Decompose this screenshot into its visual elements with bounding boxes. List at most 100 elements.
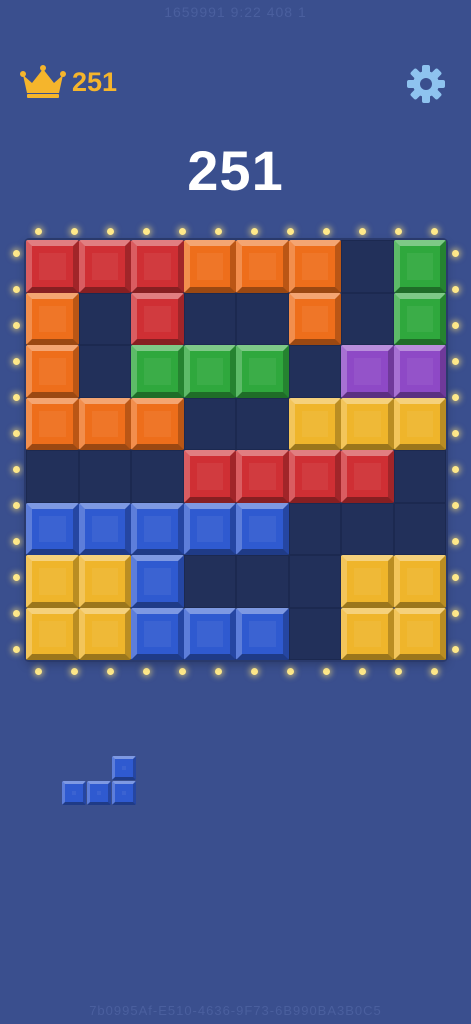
light-dot	[286, 227, 294, 235]
game-board[interactable]	[26, 240, 446, 660]
board-cell[interactable]	[131, 292, 184, 345]
red-block	[341, 450, 394, 503]
board-cell[interactable]	[131, 607, 184, 660]
board-cell[interactable]	[236, 555, 289, 608]
board-cell[interactable]	[26, 502, 79, 555]
board-cell[interactable]	[288, 450, 341, 503]
board-cell[interactable]	[288, 345, 341, 398]
light-dot	[34, 227, 42, 235]
board-cell[interactable]	[131, 555, 184, 608]
light-dot	[451, 609, 459, 617]
light-dot	[106, 227, 114, 235]
board-cell[interactable]	[341, 345, 394, 398]
board-cell[interactable]	[288, 240, 341, 293]
light-dot	[142, 227, 150, 235]
board-cell[interactable]	[288, 397, 341, 450]
board-cell[interactable]	[183, 450, 236, 503]
orange-block	[26, 397, 79, 450]
board-cell[interactable]	[288, 607, 341, 660]
board-cell[interactable]	[393, 450, 446, 503]
light-dot	[106, 667, 114, 675]
board-cell[interactable]	[288, 555, 341, 608]
blue-block	[236, 502, 289, 555]
light-dot	[214, 227, 222, 235]
board-cell[interactable]	[78, 555, 131, 608]
light-dot	[451, 429, 459, 437]
board-cell[interactable]	[183, 397, 236, 450]
board-cell[interactable]	[131, 397, 184, 450]
blue-block	[183, 502, 236, 555]
board-cell[interactable]	[131, 450, 184, 503]
board-cell[interactable]	[26, 450, 79, 503]
board-cell[interactable]	[183, 555, 236, 608]
board-cell[interactable]	[341, 292, 394, 345]
orange-block	[131, 397, 184, 450]
settings-button[interactable]	[406, 64, 446, 104]
light-dot	[70, 227, 78, 235]
board-cell[interactable]	[131, 240, 184, 293]
red-block	[236, 450, 289, 503]
blue-block	[131, 555, 184, 608]
board-cell[interactable]	[393, 240, 446, 293]
board-cell[interactable]	[78, 502, 131, 555]
light-dot	[142, 667, 150, 675]
green-block	[393, 292, 446, 345]
board-cell[interactable]	[78, 397, 131, 450]
board-cell[interactable]	[26, 345, 79, 398]
board-cell[interactable]	[236, 240, 289, 293]
crown-icon	[20, 65, 66, 98]
board-cell[interactable]	[236, 292, 289, 345]
light-dot	[34, 667, 42, 675]
board-cell[interactable]	[236, 502, 289, 555]
green-block	[183, 345, 236, 398]
orange-block	[26, 345, 79, 398]
board-cell[interactable]	[78, 292, 131, 345]
board-cell[interactable]	[341, 502, 394, 555]
board-cell[interactable]	[393, 345, 446, 398]
board-cell[interactable]	[26, 292, 79, 345]
gear-icon	[407, 65, 445, 103]
light-dot	[12, 537, 20, 545]
board-cell[interactable]	[26, 555, 79, 608]
board-cell[interactable]	[78, 607, 131, 660]
board-cell[interactable]	[236, 345, 289, 398]
board-cell[interactable]	[183, 607, 236, 660]
board-cell[interactable]	[78, 345, 131, 398]
board-cell[interactable]	[183, 292, 236, 345]
board-cell[interactable]	[393, 607, 446, 660]
board-cell[interactable]	[236, 607, 289, 660]
best-score: 251	[20, 62, 117, 102]
board-cell[interactable]	[78, 240, 131, 293]
board-cell[interactable]	[183, 502, 236, 555]
light-dot	[214, 667, 222, 675]
board-cell[interactable]	[26, 607, 79, 660]
board-cell[interactable]	[341, 397, 394, 450]
board-cell[interactable]	[393, 397, 446, 450]
board-cell[interactable]	[131, 502, 184, 555]
board-cell[interactable]	[341, 607, 394, 660]
piece-block	[62, 781, 86, 805]
board-cell[interactable]	[341, 555, 394, 608]
board-cell[interactable]	[78, 450, 131, 503]
board-cell[interactable]	[183, 240, 236, 293]
board-cell[interactable]	[288, 292, 341, 345]
board-cell[interactable]	[393, 502, 446, 555]
board-cell[interactable]	[236, 397, 289, 450]
board-cell[interactable]	[393, 292, 446, 345]
yellow-block	[78, 607, 131, 660]
blue-block	[131, 502, 184, 555]
light-dot	[250, 227, 258, 235]
board-cell[interactable]	[341, 240, 394, 293]
board-cell[interactable]	[131, 345, 184, 398]
board-cell[interactable]	[288, 502, 341, 555]
piece-tray-slot[interactable]	[62, 756, 138, 808]
board-cell[interactable]	[26, 397, 79, 450]
green-block	[393, 240, 446, 293]
orange-block	[288, 240, 341, 293]
board-cell[interactable]	[341, 450, 394, 503]
board-cell[interactable]	[26, 240, 79, 293]
board-cell[interactable]	[393, 555, 446, 608]
board-cell[interactable]	[183, 345, 236, 398]
orange-block	[183, 240, 236, 293]
board-cell[interactable]	[236, 450, 289, 503]
